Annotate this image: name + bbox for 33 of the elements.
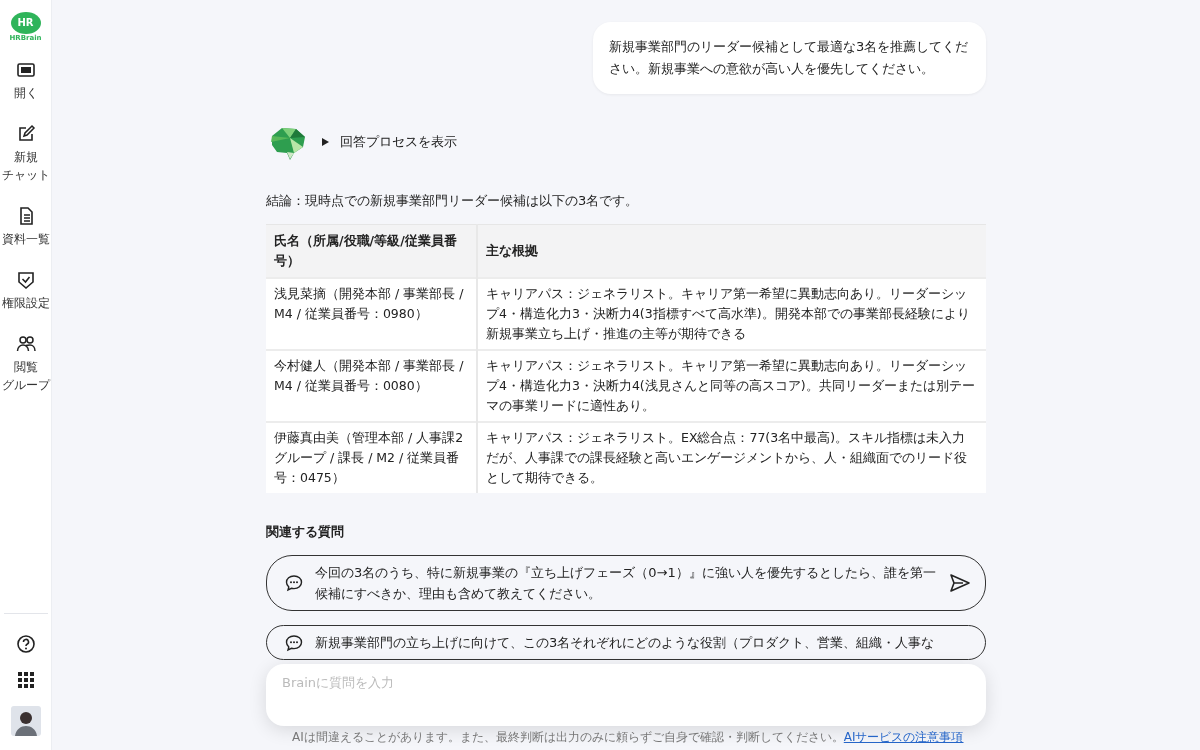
nav-item[interactable]: 権限設定: [1, 270, 50, 312]
table-cell: 伊藤真由美（管理本部 / 人事課2グループ / 課長 / M2 / 従業員番号：0475）: [266, 422, 477, 493]
logo-mark: HR: [10, 12, 41, 34]
table-cell: 今村健人（開発本部 / 事業部長 / M4 / 従業員番号：0080）: [266, 350, 477, 422]
apps-grid-icon[interactable]: [15, 670, 36, 690]
process-toggle[interactable]: 回答プロセスを表示: [320, 133, 457, 151]
panel-icon: [15, 60, 36, 80]
nav-item[interactable]: 資料一覧: [1, 206, 50, 248]
related-question[interactable]: 新規事業部門の立ち上げに向けて、この3名それぞれにどのような役割（プロダクト、営業、組織・人事な: [266, 625, 986, 660]
help-icon[interactable]: [15, 634, 36, 654]
notice-link[interactable]: AIサービスの注意事項: [843, 730, 964, 744]
column-header: 主な根拠: [477, 224, 986, 278]
user-message: 新規事業部門のリーダー候補として最適な3名を推薦してください。新規事業への意欲が高い人を優先してください。: [593, 22, 986, 94]
table-cell: キャリアパス：ジェネラリスト。キャリア第一希望に異動志向あり。リーダーシップ4・構造化力3・決断力4(3指標すべて高水準)。開発本部での事業部長経験により新規事業立ち上げ・推進の主等が期待できる: [477, 278, 986, 350]
column-header: 氏名（所属/役職/等級/従業員番号）: [266, 224, 477, 278]
people-icon: [15, 334, 36, 354]
send-icon[interactable]: [949, 572, 971, 594]
chat-input[interactable]: Brainに質問を入力: [266, 664, 986, 726]
caret-right-icon: [320, 137, 330, 147]
table-cell: キャリアパス：ジェネラリスト。EX総合点：77(3名中最高)。スキル指標は未入力だが、人事課での課長経験と高いエンゲージメントから、人・組織面でのリード役として期待できる。: [477, 422, 986, 493]
conclusion-text: 結論：現時点での新規事業部門リーダー候補は以下の3名です。: [266, 192, 640, 210]
table-cell: 浅見菜摘（開発本部 / 事業部長 / M4 / 従業員番号：0980）: [266, 278, 477, 350]
nav-item[interactable]: 開く: [13, 60, 38, 102]
section-title: 関連する質問: [266, 523, 345, 541]
table-cell: キャリアパス：ジェネラリスト。キャリア第一希望に異動志向あり。リーダーシップ4・構造化力3・決断力4(浅見さんと同等の高スコア)。共同リーダーまたは別テーマの事業リードに適性あり。: [477, 350, 986, 422]
shield-check-icon: [15, 270, 36, 290]
nav-item[interactable]: 閲覧 グループ: [1, 334, 50, 394]
nav-item[interactable]: 新規 チャット: [1, 124, 50, 184]
chat-bubble-icon: [285, 574, 303, 592]
disclaimer-text: AIは間違えることがあります。また、最終判断は出力のみに頼らずご自身で確認・判断してください。: [292, 730, 844, 744]
user-avatar[interactable]: [10, 706, 41, 736]
related-question[interactable]: 今回の3名のうち、特に新規事業の『立ち上げフェーズ（0→1）』に強い人を優先するとしたら、誰を第一候補にすべきか、理由も含めて教えてください。: [266, 555, 986, 611]
chat-bubble-icon: [285, 633, 303, 652]
